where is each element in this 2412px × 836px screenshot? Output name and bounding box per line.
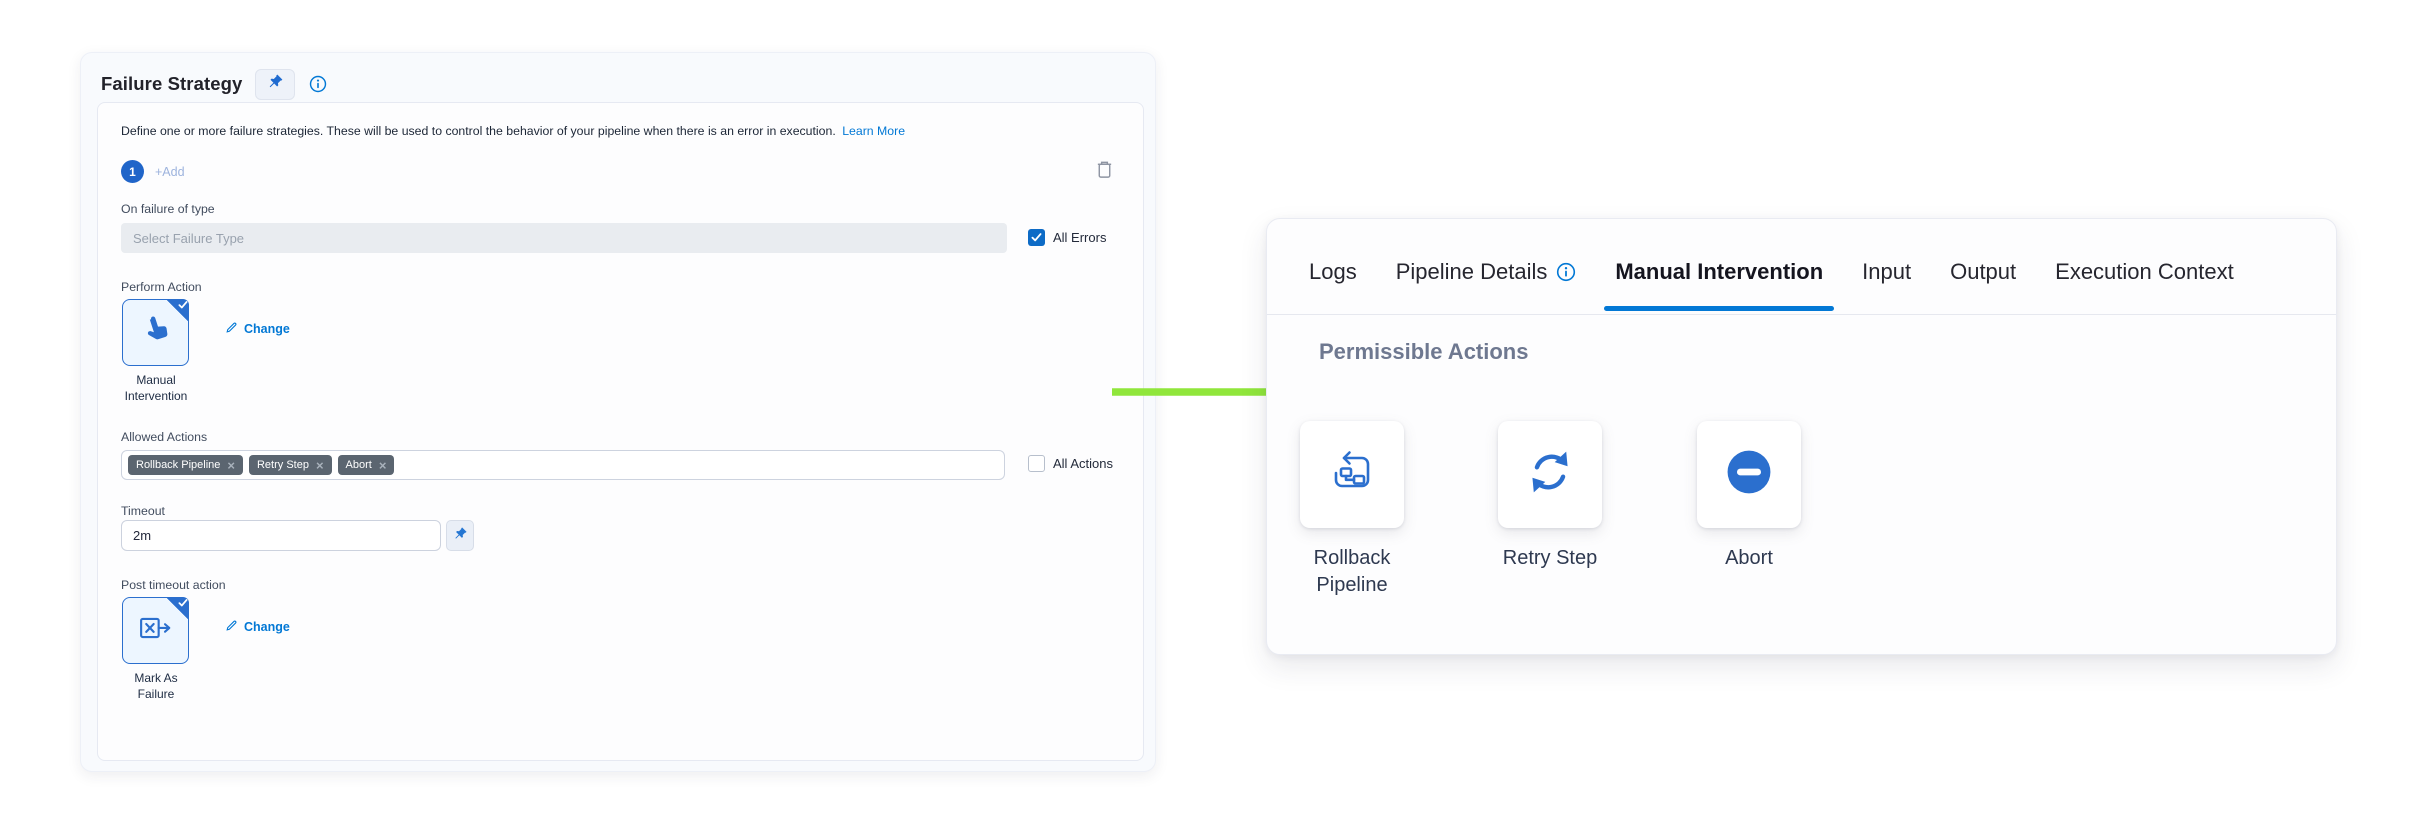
change-post-timeout-button[interactable]: Change <box>225 619 290 635</box>
retry-step-label: Retry Step <box>1494 545 1606 572</box>
tag-retry-step[interactable]: Retry Step × <box>249 455 332 475</box>
pin-icon <box>267 73 284 95</box>
abort-icon <box>1726 449 1772 500</box>
tab-output[interactable]: Output <box>1950 229 2016 314</box>
retry-step-icon <box>1527 449 1573 500</box>
details-tabs: Logs Pipeline Details Manual Interventio… <box>1267 219 2336 315</box>
timeout-field <box>121 520 474 551</box>
step-details-panel: Logs Pipeline Details Manual Interventio… <box>1266 218 2337 655</box>
retry-step-card[interactable] <box>1498 421 1602 528</box>
timeout-input[interactable] <box>121 520 441 551</box>
post-timeout-caption: Mark As Failure <box>102 670 210 702</box>
tab-manual-intervention[interactable]: Manual Intervention <box>1615 229 1823 314</box>
rollback-pipeline-label: Rollback Pipeline <box>1296 545 1408 599</box>
all-errors-checkbox[interactable]: All Errors <box>1028 229 1106 246</box>
remove-tag-icon[interactable]: × <box>316 459 324 472</box>
all-actions-checkbox[interactable]: All Actions <box>1028 455 1113 472</box>
pencil-icon <box>225 619 238 635</box>
learn-more-link[interactable]: Learn More <box>842 124 905 138</box>
tab-logs[interactable]: Logs <box>1309 229 1357 314</box>
failure-strategy-panel: Failure Strategy Define one or more fail… <box>80 52 1156 772</box>
failure-strategy-header: Failure Strategy <box>101 67 327 101</box>
remove-tag-icon[interactable]: × <box>379 459 387 472</box>
pin-button[interactable] <box>255 69 295 100</box>
failure-strategy-form: Define one or more failure strategies. T… <box>97 102 1144 761</box>
abort-label: Abort <box>1693 545 1805 572</box>
perform-action-label: Perform Action <box>121 280 202 294</box>
page: Failure Strategy Define one or more fail… <box>0 0 2412 836</box>
abort-card[interactable] <box>1697 421 1801 528</box>
selected-check-icon <box>166 597 189 620</box>
allowed-actions-label: Allowed Actions <box>121 430 207 444</box>
checkbox-checked-icon <box>1028 229 1045 246</box>
permissible-actions-title: Permissible Actions <box>1319 339 1528 365</box>
rollback-pipeline-card[interactable] <box>1300 421 1404 528</box>
failure-type-select[interactable] <box>121 223 1007 253</box>
allowed-actions-input[interactable]: Rollback Pipeline × Retry Step × Abort × <box>121 450 1005 480</box>
panel-title: Failure Strategy <box>101 73 242 95</box>
pencil-icon <box>225 321 238 337</box>
trash-icon <box>1095 159 1114 183</box>
tag-abort[interactable]: Abort × <box>338 455 395 475</box>
tag-rollback-pipeline[interactable]: Rollback Pipeline × <box>128 455 243 475</box>
tab-execution-context[interactable]: Execution Context <box>2055 229 2234 314</box>
post-timeout-label: Post timeout action <box>121 578 226 592</box>
timeout-pin-button[interactable] <box>446 520 474 551</box>
selected-check-icon <box>166 299 189 322</box>
timeout-label: Timeout <box>121 504 165 518</box>
change-action-button[interactable]: Change <box>225 321 290 337</box>
strategy-index-badge[interactable]: 1 <box>121 160 144 183</box>
checkbox-unchecked-icon <box>1028 455 1045 472</box>
perform-action-caption: Manual Intervention <box>102 372 210 404</box>
all-errors-label: All Errors <box>1053 230 1106 245</box>
info-icon[interactable] <box>1556 262 1576 282</box>
remove-tag-icon[interactable]: × <box>227 459 235 472</box>
tab-input[interactable]: Input <box>1862 229 1911 314</box>
pin-icon <box>453 526 468 546</box>
mark-as-failure-card[interactable] <box>122 597 189 664</box>
manual-intervention-card[interactable] <box>122 299 189 366</box>
all-actions-label: All Actions <box>1053 456 1113 471</box>
rollback-pipeline-icon <box>1328 448 1376 501</box>
tab-pipeline-details[interactable]: Pipeline Details <box>1396 229 1577 314</box>
on-failure-label: On failure of type <box>121 202 215 216</box>
description: Define one or more failure strategies. T… <box>121 123 1111 140</box>
add-strategy-button[interactable]: +Add <box>155 165 185 179</box>
info-icon[interactable] <box>308 75 327 94</box>
delete-strategy-button[interactable] <box>1092 158 1116 184</box>
